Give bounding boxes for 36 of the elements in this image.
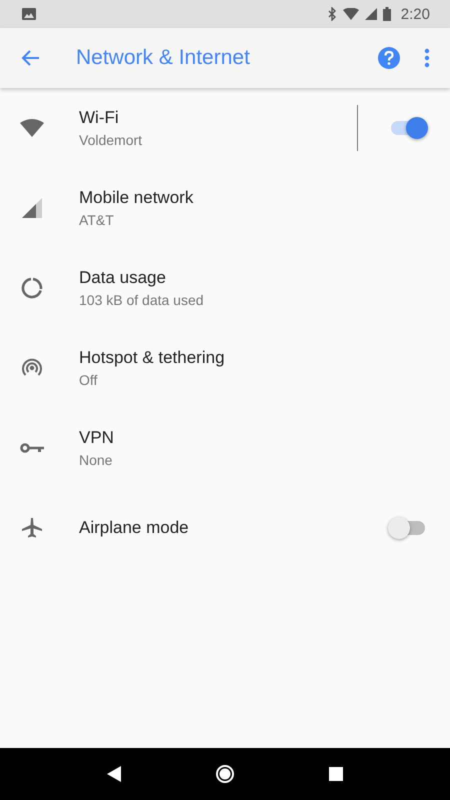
item-summary: None: [79, 452, 114, 468]
screen-title: Network & Internet: [76, 46, 251, 70]
settings-item[interactable]: Wi-Fi Voldemort: [0, 88, 450, 168]
back-arrow-icon: [20, 49, 40, 67]
item-summary: Voldemort: [79, 132, 144, 148]
status-time: 2:20: [400, 6, 430, 22]
airplane-icon: [22, 518, 42, 538]
home-circle-icon: [215, 764, 235, 784]
battery-icon: [382, 7, 391, 21]
signal-status-icon: [364, 8, 377, 20]
item-title: Wi-Fi: [79, 108, 120, 128]
settings-item[interactable]: VPN None: [0, 408, 450, 488]
settings-item[interactable]: Hotspot & tethering Off: [0, 328, 450, 408]
item-summary: AT&T: [79, 212, 115, 228]
settings-item[interactable]: Data usage 103 kB of data used: [0, 248, 450, 328]
more-icon: [424, 48, 430, 68]
triangle-back-icon: [107, 766, 121, 782]
wifi-icon: [20, 119, 44, 137]
square-recents-icon: [329, 767, 343, 781]
item-title: Airplane mode: [79, 518, 190, 538]
wifi-status-icon: [342, 8, 359, 20]
image-icon: [22, 8, 36, 20]
settings-item[interactable]: Airplane mode: [0, 488, 450, 568]
data-usage-icon: [20, 277, 42, 299]
item-title: Mobile network: [79, 188, 194, 208]
settings-item[interactable]: Mobile network AT&T: [0, 168, 450, 248]
help-icon: [378, 47, 400, 69]
item-summary: Off: [79, 372, 98, 388]
signal-icon: [22, 198, 42, 218]
item-summary: 103 kB of data used: [79, 292, 205, 308]
item-title: VPN: [79, 428, 115, 448]
bluetooth-icon: [328, 7, 337, 21]
item-title: Hotspot & tethering: [79, 348, 226, 368]
item-title: Data usage: [79, 268, 167, 288]
key-icon: [20, 442, 44, 454]
hotspot-icon: [20, 358, 42, 378]
